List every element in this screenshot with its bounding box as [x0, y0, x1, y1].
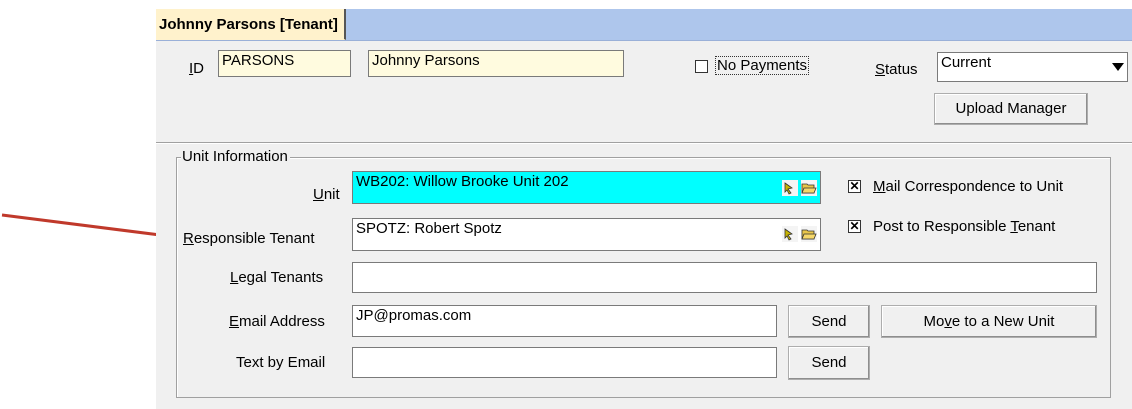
status-value: Current [941, 54, 992, 71]
tenant-name-field[interactable]: Johnny Parsons [368, 50, 624, 77]
responsible-tenant-label: Responsible Tenant [183, 230, 315, 247]
tab-tenant[interactable]: Johnny Parsons [Tenant] [156, 9, 346, 40]
unit-label: Unit [313, 186, 340, 203]
responsible-tenant-value: SPOTZ: Robert Spotz [356, 220, 502, 237]
mail-correspondence-label[interactable]: Mail Correspondence to Unit [873, 178, 1063, 195]
no-payments-label[interactable]: No Payments [715, 56, 810, 75]
email-label: Email Address [229, 313, 325, 330]
section-separator [156, 142, 1132, 144]
status-label: Status [875, 61, 918, 78]
mail-correspondence-checkbox[interactable]: ✕ [848, 180, 861, 193]
email-send-label: Send [811, 313, 847, 330]
tenant-name-value: Johnny Parsons [372, 52, 480, 69]
legal-tenants-field[interactable] [352, 262, 1097, 293]
tenant-panel: Johnny Parsons [Tenant] ID PARSONS Johnn… [156, 9, 1132, 409]
email-send-button[interactable]: Send [788, 305, 870, 338]
email-field[interactable]: JP@promas.com [352, 305, 777, 337]
text-send-button[interactable]: Send [788, 346, 870, 380]
text-by-email-field[interactable] [352, 347, 777, 378]
upload-manager-label: Upload Manager [955, 100, 1067, 117]
unit-information-legend: Unit Information [181, 148, 290, 165]
no-payments-checkbox[interactable] [695, 60, 708, 73]
upload-manager-button[interactable]: Upload Manager [934, 93, 1088, 125]
text-send-label: Send [811, 354, 847, 371]
post-responsible-label[interactable]: Post to Responsible Tenant [873, 218, 1055, 235]
unit-field[interactable]: WB202: Willow Brooke Unit 202 [352, 171, 821, 204]
id-field[interactable]: PARSONS [218, 50, 351, 77]
unit-value: WB202: Willow Brooke Unit 202 [356, 173, 569, 190]
folder-open-icon[interactable] [801, 226, 817, 242]
id-label: ID [189, 60, 205, 77]
tab-tenant-label: Johnny Parsons [Tenant] [159, 16, 338, 33]
status-select[interactable]: Current [937, 52, 1128, 82]
legal-tenants-label: Legal Tenants [230, 269, 324, 286]
text-by-email-label: Text by Email [236, 354, 326, 371]
tab-strip: Johnny Parsons [Tenant] [156, 9, 1132, 41]
id-value: PARSONS [222, 52, 295, 69]
arrow-picker-icon[interactable] [782, 226, 798, 242]
email-value: JP@promas.com [356, 307, 472, 324]
move-to-new-unit-button[interactable]: Move to a New Unit [881, 305, 1097, 338]
folder-open-icon[interactable] [801, 180, 817, 196]
post-responsible-checkbox[interactable]: ✕ [848, 220, 861, 233]
chevron-down-icon[interactable] [1112, 63, 1124, 71]
arrow-picker-icon[interactable] [782, 180, 798, 196]
move-to-new-unit-label: Move to a New Unit [923, 313, 1055, 330]
responsible-tenant-field[interactable]: SPOTZ: Robert Spotz [352, 218, 821, 251]
